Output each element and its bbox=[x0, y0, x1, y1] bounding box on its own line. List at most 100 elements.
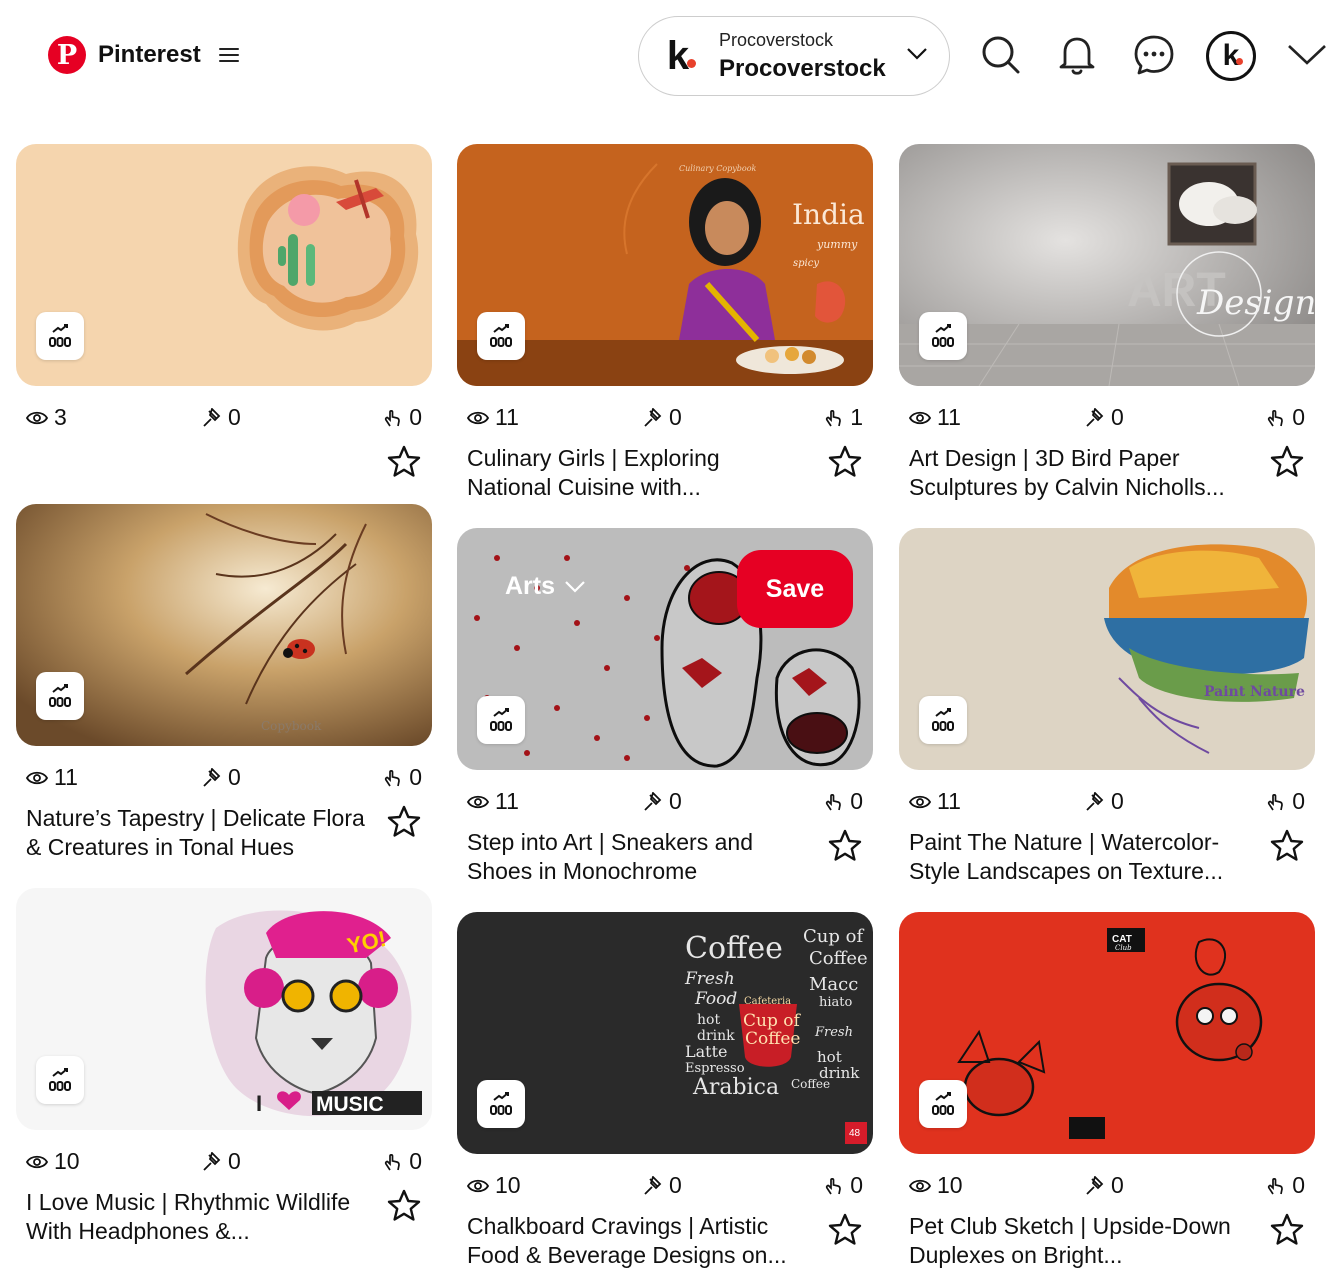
pin-stats-button[interactable] bbox=[36, 1056, 84, 1104]
favorite-star-icon[interactable] bbox=[1269, 444, 1305, 480]
pin-icon bbox=[203, 767, 221, 787]
pin-stats-button[interactable] bbox=[36, 312, 84, 360]
cup-of-coffee-text: Coffee bbox=[745, 1029, 800, 1049]
clicks-metric: 0 bbox=[1266, 788, 1305, 815]
pin-title[interactable]: Art Design | 3D Bird Paper Sculptures by… bbox=[909, 444, 1239, 501]
latte-text: Latte bbox=[685, 1042, 728, 1061]
pin-title[interactable]: Paint The Nature | Watercolor-Style Land… bbox=[909, 828, 1239, 885]
views-count: 11 bbox=[937, 788, 961, 814]
tap-icon bbox=[385, 769, 401, 786]
analytics-icon bbox=[49, 324, 71, 347]
pin-icon bbox=[203, 1151, 221, 1171]
pin-stats-button[interactable] bbox=[919, 312, 967, 360]
pin-image[interactable]: ART Design bbox=[899, 144, 1315, 386]
pin-icon bbox=[644, 407, 662, 427]
pin-metrics: 10 0 0 bbox=[26, 1148, 422, 1176]
favorite-star-icon[interactable] bbox=[827, 444, 863, 480]
pin-icon bbox=[1086, 791, 1104, 811]
saves-count: 0 bbox=[669, 788, 682, 814]
clicks-count: 0 bbox=[1292, 1172, 1305, 1198]
pin-metrics: 11 0 0 bbox=[909, 404, 1305, 432]
saves-count: 0 bbox=[1111, 404, 1124, 430]
pin-title[interactable]: Pet Club Sketch | Upside-Down Duplexes o… bbox=[909, 1212, 1239, 1269]
views-count: 11 bbox=[495, 788, 519, 814]
clicks-count: 0 bbox=[850, 1172, 863, 1198]
pin-icon bbox=[1086, 407, 1104, 427]
pin-stats-button[interactable] bbox=[36, 672, 84, 720]
pin-title[interactable]: Culinary Girls | Exploring National Cuis… bbox=[467, 444, 797, 501]
profile-avatar[interactable]: k bbox=[1206, 31, 1256, 81]
hamburger-menu-icon[interactable] bbox=[218, 48, 239, 62]
account-name: Procoverstock bbox=[719, 54, 886, 82]
pin-title[interactable]: Chalkboard Cravings | Artistic Food & Be… bbox=[467, 1212, 797, 1269]
favorite-star-icon[interactable] bbox=[827, 828, 863, 864]
pin-image[interactable]: Copybook bbox=[16, 504, 432, 746]
profile-avatar-letter: k bbox=[1222, 39, 1240, 72]
pin-metrics: 11 0 0 bbox=[467, 788, 863, 816]
favorite-star-icon[interactable] bbox=[386, 804, 422, 840]
favorite-star-icon[interactable] bbox=[1269, 828, 1305, 864]
pin-stats-button[interactable] bbox=[477, 696, 525, 744]
spicy-text: spicy bbox=[793, 258, 819, 269]
tap-icon bbox=[826, 793, 842, 810]
notifications-bell-icon[interactable] bbox=[1054, 32, 1100, 78]
views-count: 10 bbox=[937, 1172, 963, 1198]
design-text: Design bbox=[1196, 283, 1315, 323]
pin-image[interactable]: Paint Nature bbox=[899, 528, 1315, 770]
favorite-star-icon[interactable] bbox=[386, 1188, 422, 1224]
views-metric: 11 bbox=[909, 404, 961, 431]
clicks-metric: 0 bbox=[383, 1148, 422, 1175]
eye-icon bbox=[467, 411, 489, 424]
pin-stats-button[interactable] bbox=[919, 696, 967, 744]
pin-stats-button[interactable] bbox=[477, 312, 525, 360]
board-selector-dropdown[interactable]: Arts bbox=[505, 572, 585, 601]
eye-icon bbox=[467, 1179, 489, 1192]
pin-title[interactable]: Nature’s Tapestry | Delicate Flora & Cre… bbox=[26, 804, 376, 861]
tap-icon bbox=[385, 409, 401, 426]
fresh-text: Fresh bbox=[684, 969, 735, 989]
top-bar: P Pinterest k Procoverstock Procoverstoc… bbox=[0, 0, 1330, 110]
eye-icon bbox=[26, 411, 48, 424]
views-count: 11 bbox=[495, 404, 519, 430]
board-name: Arts bbox=[505, 572, 556, 600]
favorite-star-icon[interactable] bbox=[386, 444, 422, 480]
saves-metric: 0 bbox=[202, 404, 241, 431]
pin-metrics: 11 0 1 bbox=[467, 404, 863, 432]
clicks-count: 0 bbox=[409, 1148, 422, 1174]
pin-image[interactable]: Culinary Copybook India yummy spicy bbox=[457, 144, 873, 386]
pin-title[interactable]: Step into Art | Sneakers and Shoes in Mo… bbox=[467, 828, 797, 885]
image-header-text: Culinary Copybook bbox=[679, 164, 757, 173]
pin-stats-button[interactable] bbox=[919, 1080, 967, 1128]
pinterest-home-link[interactable]: P Pinterest bbox=[48, 36, 239, 74]
saves-metric: 0 bbox=[202, 764, 241, 791]
pin-image[interactable] bbox=[16, 144, 432, 386]
clicks-count: 0 bbox=[409, 404, 422, 430]
search-icon[interactable] bbox=[978, 32, 1024, 78]
saves-count: 0 bbox=[1111, 1172, 1124, 1198]
account-switcher[interactable]: k Procoverstock Procoverstock bbox=[638, 16, 950, 96]
pin-image[interactable]: CAT Club bbox=[899, 912, 1315, 1154]
eye-icon bbox=[909, 411, 931, 424]
pin-metrics: 11 0 0 bbox=[26, 764, 422, 792]
saves-metric: 0 bbox=[1085, 1172, 1124, 1199]
pin-title[interactable]: I Love Music | Rhythmic Wildlife With He… bbox=[26, 1188, 356, 1245]
account-options-chevron-icon[interactable] bbox=[1284, 32, 1330, 78]
save-button[interactable]: Save bbox=[737, 550, 853, 628]
favorite-star-icon[interactable] bbox=[1269, 1212, 1305, 1248]
pin-image[interactable]: Arts Save bbox=[457, 528, 873, 770]
music-text: MUSIC bbox=[316, 1093, 384, 1116]
cup-of-text: Cup of bbox=[743, 1011, 801, 1031]
tap-icon bbox=[1268, 1177, 1284, 1194]
analytics-icon bbox=[932, 708, 954, 731]
pin-image[interactable]: YO! I MUSIC bbox=[16, 888, 432, 1130]
messages-icon[interactable] bbox=[1131, 32, 1177, 78]
favorite-star-icon[interactable] bbox=[827, 1212, 863, 1248]
clicks-count: 0 bbox=[1292, 788, 1305, 814]
pin-stats-button[interactable] bbox=[477, 1080, 525, 1128]
hiato-text: hiato bbox=[819, 995, 853, 1010]
pin-image[interactable]: Coffee Cup of Coffee Fresh Food Macc hia… bbox=[457, 912, 873, 1154]
views-metric: 11 bbox=[26, 764, 78, 791]
analytics-icon bbox=[490, 324, 512, 347]
clicks-metric: 0 bbox=[1266, 404, 1305, 431]
analytics-icon bbox=[49, 684, 71, 707]
